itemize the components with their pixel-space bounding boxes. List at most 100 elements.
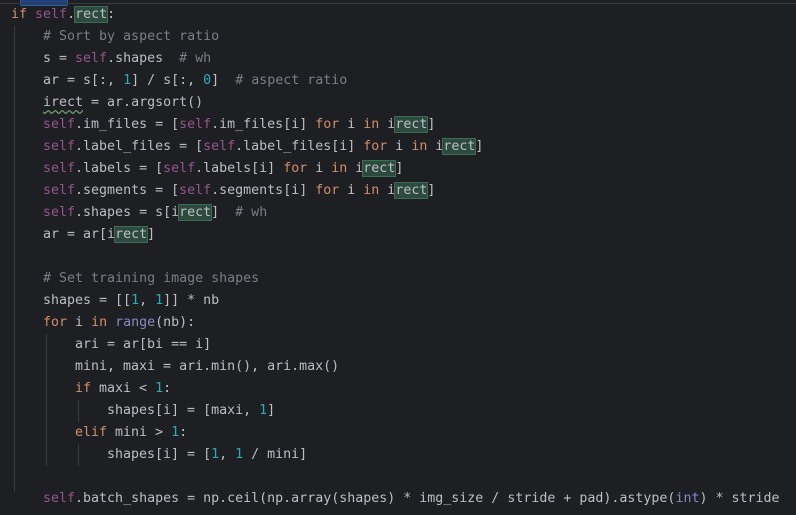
code-token: i — [339, 117, 364, 132]
code-line[interactable]: self.label_files = [self.label_files[i] … — [43, 137, 483, 157]
code-token: ] / s[:, — [131, 73, 204, 88]
code-token: shapes = [[ — [43, 293, 132, 308]
search-match-highlight: rect — [394, 116, 429, 133]
code-token: elif — [75, 425, 108, 440]
code-token: .label_files = [ — [75, 139, 204, 154]
code-line[interactable]: # Set training image shapes — [43, 269, 259, 289]
code-line[interactable]: shapes[i] = [1, 1 / mini] — [107, 445, 307, 465]
code-token: i — [379, 183, 396, 198]
code-token: (nb): — [155, 315, 196, 330]
code-token: self — [75, 51, 108, 66]
code-token: mini > — [107, 425, 172, 440]
code-token: self — [163, 161, 196, 176]
code-line[interactable]: mini, maxi = ari.min(), ari.max() — [75, 357, 339, 377]
code-line[interactable]: s = self.shapes # wh — [43, 49, 211, 69]
code-token: self — [43, 139, 76, 154]
code-token: ar = s[:, — [43, 73, 124, 88]
code-token: self — [43, 205, 76, 220]
code-token: 1 — [235, 447, 244, 462]
code-line[interactable]: if self.rect: — [11, 5, 115, 25]
code-token: / mini] — [243, 447, 308, 462]
code-token: i — [387, 139, 412, 154]
code-token: i — [67, 315, 92, 330]
code-token: i — [347, 161, 364, 176]
code-token: in — [363, 183, 380, 198]
code-editor[interactable]: if self.rect: # Sort by aspect ratio s = s… — [0, 0, 796, 515]
code-token: 1 — [211, 447, 220, 462]
code-token: for — [363, 139, 388, 154]
code-token: 1 — [259, 403, 268, 418]
code-line[interactable]: # Sort by aspect ratio — [43, 27, 219, 47]
code-token: if — [75, 381, 92, 396]
code-token: , — [219, 447, 236, 462]
code-token: 1 — [131, 293, 140, 308]
code-token: ] — [475, 139, 484, 154]
code-token: in — [363, 117, 380, 132]
code-token: .segments[i] — [211, 183, 316, 198]
code-line[interactable]: irect = ar.argsort() — [43, 93, 203, 113]
indent-guide — [78, 444, 79, 466]
code-token: ] — [211, 205, 236, 220]
indent-guide — [14, 26, 15, 492]
code-token: # Sort by aspect ratio — [43, 29, 220, 44]
code-line[interactable]: self.im_files = [self.im_files[i] for i … — [43, 115, 435, 135]
code-token: range — [115, 315, 156, 330]
code-line[interactable]: shapes = [[1, 1]] * nb — [43, 291, 219, 311]
code-line[interactable]: ari = ar[bi == i] — [75, 335, 211, 355]
code-token: self — [43, 491, 76, 506]
code-token: .labels[i] — [195, 161, 284, 176]
code-token: .labels = [ — [75, 161, 164, 176]
code-token: s = — [43, 51, 76, 66]
code-token: for — [315, 183, 340, 198]
code-token: .shapes = s[i — [75, 205, 180, 220]
code-token: i — [427, 139, 444, 154]
editor-divider — [0, 3, 796, 4]
code-token: ] — [211, 73, 236, 88]
code-token: if — [11, 7, 36, 22]
code-token: mini, maxi = ari.min(), ari.max() — [75, 359, 340, 374]
code-line[interactable]: self.batch_shapes = np.ceil(np.array(sha… — [43, 489, 780, 509]
code-line[interactable]: self.labels = [self.labels[i] for i in i… — [43, 159, 403, 179]
code-token: = ar.argsort() — [83, 95, 204, 110]
code-line[interactable]: ar = s[:, 1] / s[:, 0] # aspect ratio — [43, 71, 347, 91]
code-token: int — [675, 491, 700, 506]
search-match-highlight: rect — [114, 226, 149, 243]
code-token: ari = ar[bi == i] — [75, 337, 212, 352]
code-token: .im_files = [ — [75, 117, 180, 132]
code-token: # wh — [179, 51, 212, 66]
code-token: 1 — [123, 73, 132, 88]
code-token: .batch_shapes = np.ceil(np.array(shapes)… — [75, 491, 676, 506]
code-line[interactable]: self.segments = [self.segments[i] for i … — [43, 181, 435, 201]
code-token: .im_files[i] — [211, 117, 316, 132]
indent-guide — [46, 334, 47, 466]
code-token: shapes[i] = [maxi, — [107, 403, 260, 418]
indent-guide — [78, 400, 79, 422]
code-line[interactable]: self.shapes = s[irect] # wh — [43, 203, 267, 223]
code-token: i — [307, 161, 332, 176]
code-token: ]] * nb — [163, 293, 220, 308]
code-token: for — [43, 315, 68, 330]
code-token: : — [163, 381, 172, 396]
code-token: in — [91, 315, 108, 330]
code-token: in — [411, 139, 428, 154]
code-token: self — [43, 161, 76, 176]
code-token: ) * stride — [699, 491, 780, 506]
code-token: ] — [395, 161, 404, 176]
code-token: 0 — [203, 73, 212, 88]
code-token: i — [339, 183, 364, 198]
code-line[interactable]: shapes[i] = [maxi, 1] — [107, 401, 275, 421]
code-token: maxi < — [91, 381, 156, 396]
code-token: irect — [43, 95, 84, 110]
search-match-highlight: rect — [362, 160, 397, 177]
code-line[interactable]: for i in range(nb): — [43, 313, 195, 333]
code-token: self — [35, 7, 68, 22]
code-token: in — [331, 161, 348, 176]
code-line[interactable]: if maxi < 1: — [75, 379, 171, 399]
code-line[interactable]: elif mini > 1: — [75, 423, 187, 443]
code-token: , — [139, 293, 156, 308]
code-token: ] — [427, 117, 436, 132]
code-token: self — [179, 117, 212, 132]
code-token: : — [179, 425, 188, 440]
code-line[interactable]: ar = ar[irect] — [43, 225, 155, 245]
